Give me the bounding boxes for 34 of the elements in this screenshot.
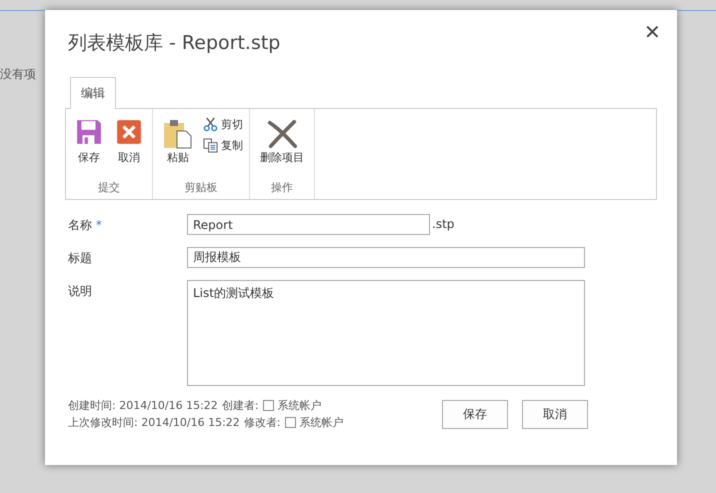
cross-icon [266, 119, 298, 149]
timestamp-text: 创建时间: 2014/10/16 15:22 [68, 398, 218, 413]
text-field[interactable]: Report [187, 214, 430, 235]
ribbon-tab[interactable]: 编辑 [70, 77, 116, 109]
timestamp-text: 上次修改时间: 2014/10/16 15:22 [68, 415, 240, 430]
ribbon-button[interactable]: 取消 [112, 117, 146, 180]
field-label: 标题 [68, 251, 92, 265]
required-mark: * [96, 218, 102, 232]
field-label: 说明 [68, 284, 92, 298]
ribbon-button[interactable]: 保存 [72, 117, 106, 180]
group-label: 提交 [97, 180, 121, 196]
ribbon-button[interactable]: 粘贴 [159, 117, 197, 180]
user-link[interactable]: 系统帐户 [300, 415, 344, 430]
dialog-button[interactable]: 保存 [442, 400, 508, 429]
user-label: 创建者: [222, 398, 259, 413]
group-label: 操作 [270, 180, 294, 196]
copy-icon [203, 138, 218, 153]
clipboard-icon [163, 119, 193, 149]
ribbon-button[interactable]: 复制 [203, 138, 243, 153]
empty-list-text: 没有项 [0, 66, 36, 83]
dialog-button[interactable]: 取消 [522, 400, 588, 429]
scissors-icon [203, 117, 218, 132]
ribbon-button[interactable]: 删除项目 [256, 117, 308, 180]
user-link[interactable]: 系统帐户 [278, 398, 322, 413]
cancel-icon [116, 119, 142, 145]
group-label: 剪贴板 [184, 180, 218, 196]
ribbon-button[interactable]: 剪切 [203, 117, 243, 132]
dialog-title: 列表模板库 - Report.stp [68, 31, 280, 56]
description-field[interactable]: List的测试模板 [187, 280, 585, 386]
user-label: 修改者: [244, 415, 281, 430]
close-button[interactable]: ✕ [640, 20, 665, 45]
extension-text: .stp [432, 216, 454, 231]
field-label: 名称 [68, 218, 92, 232]
text-field[interactable]: 周报模板 [187, 247, 585, 268]
